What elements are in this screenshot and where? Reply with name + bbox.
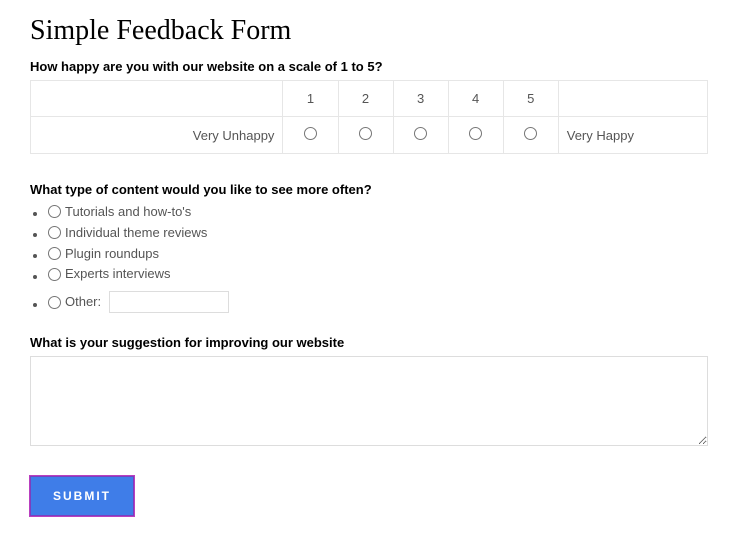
rating-scale-table: 1 2 3 4 5 Very Unhappy Very Happy [30,80,708,154]
list-item: Tutorials and how-to's [48,203,708,223]
content-option-2-label: Individual theme reviews [65,224,207,242]
scale-header-empty-right [558,81,707,117]
list-item: Other: [48,291,708,313]
submit-button[interactable]: SUBMIT [30,476,134,516]
content-radio-other[interactable] [48,296,61,309]
suggestion-textarea[interactable] [30,356,708,446]
rating-radio-2[interactable] [359,127,372,140]
rating-radio-4[interactable] [469,127,482,140]
content-option-4[interactable]: Experts interviews [48,265,170,283]
list-item: Plugin roundups [48,245,708,265]
scale-header-3: 3 [393,81,448,117]
content-option-3-label: Plugin roundups [65,245,159,263]
rating-radio-1[interactable] [304,127,317,140]
content-radio-4[interactable] [48,268,61,281]
scale-header-2: 2 [338,81,393,117]
scale-header-4: 4 [448,81,503,117]
scale-header-1: 1 [283,81,338,117]
content-option-2[interactable]: Individual theme reviews [48,224,207,242]
content-option-other[interactable]: Other: [48,291,229,313]
content-type-list: Tutorials and how-to's Individual theme … [30,203,708,313]
form-title: Simple Feedback Form [30,15,708,47]
content-option-other-label: Other: [65,293,101,311]
rating-radio-5[interactable] [524,127,537,140]
question-3-label: What is your suggestion for improving ou… [30,335,708,350]
content-radio-2[interactable] [48,226,61,239]
list-item: Individual theme reviews [48,224,708,244]
question-2-label: What type of content would you like to s… [30,182,708,197]
content-other-input[interactable] [109,291,229,313]
content-option-1[interactable]: Tutorials and how-to's [48,203,191,221]
content-radio-1[interactable] [48,205,61,218]
content-radio-3[interactable] [48,247,61,260]
content-option-4-label: Experts interviews [65,265,170,283]
scale-header-empty-left [31,81,283,117]
list-item: Experts interviews [48,265,708,285]
content-option-3[interactable]: Plugin roundups [48,245,159,263]
scale-header-5: 5 [503,81,558,117]
scale-anchor-right: Very Happy [558,117,707,154]
scale-anchor-left: Very Unhappy [31,117,283,154]
content-option-1-label: Tutorials and how-to's [65,203,191,221]
rating-radio-3[interactable] [414,127,427,140]
question-1-label: How happy are you with our website on a … [30,59,708,74]
